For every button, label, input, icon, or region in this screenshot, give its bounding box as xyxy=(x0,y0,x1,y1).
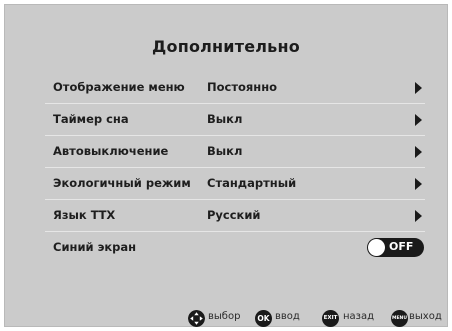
toggle-knob xyxy=(368,239,385,256)
menu-item-eco-mode[interactable]: Экологичный режим Стандартный xyxy=(45,168,425,200)
arrow-right-icon[interactable] xyxy=(415,210,422,222)
menu-item-label: Синий экран xyxy=(53,240,137,254)
menu-item-value: Выкл xyxy=(207,112,243,126)
arrow-right-icon[interactable] xyxy=(415,146,422,158)
button-hints-bar: выбор OK ввод EXIT назад MENU выход xyxy=(5,309,447,329)
menu-item-label: Автовыключение xyxy=(53,144,169,158)
page-title: Дополнительно xyxy=(152,37,300,56)
menu-item-sleep-timer[interactable]: Таймер сна Выкл xyxy=(45,104,425,136)
hint-label: ввод xyxy=(275,311,300,322)
menu-item-blue-screen[interactable]: Синий экран OFF xyxy=(45,232,425,264)
menu-item-auto-power-off[interactable]: Автовыключение Выкл xyxy=(45,136,425,168)
menu-item-label: Отображение меню xyxy=(53,80,185,94)
menu-button-icon: MENU xyxy=(391,310,408,327)
arrow-right-icon[interactable] xyxy=(415,178,422,190)
toggle-state-label: OFF xyxy=(389,240,414,253)
menu-item-value: Выкл xyxy=(207,144,243,158)
menu-item-value: Стандартный xyxy=(207,176,297,190)
menu-item-value: Русский xyxy=(207,208,261,222)
hint-label: выход xyxy=(409,311,442,322)
blue-screen-toggle[interactable]: OFF xyxy=(367,238,424,257)
dpad-icon xyxy=(188,310,205,327)
menu-item-value: Постоянно xyxy=(207,80,278,94)
menu-item-label: Таймер сна xyxy=(53,112,129,126)
exit-button-icon: EXIT xyxy=(322,310,339,327)
arrow-right-icon[interactable] xyxy=(415,114,422,126)
menu-item-label: Язык ТТХ xyxy=(53,208,116,222)
ok-button-icon: OK xyxy=(255,310,272,327)
menu-item-menu-display[interactable]: Отображение меню Постоянно xyxy=(45,72,425,104)
arrow-right-icon[interactable] xyxy=(415,82,422,94)
menu-item-teletext-language[interactable]: Язык ТТХ Русский xyxy=(45,200,425,232)
hint-label: выбор xyxy=(208,311,241,322)
hint-label: назад xyxy=(343,311,375,322)
menu-item-label: Экологичный режим xyxy=(53,176,191,190)
tv-settings-screen: Дополнительно Отображение меню Постоянно… xyxy=(4,4,448,327)
